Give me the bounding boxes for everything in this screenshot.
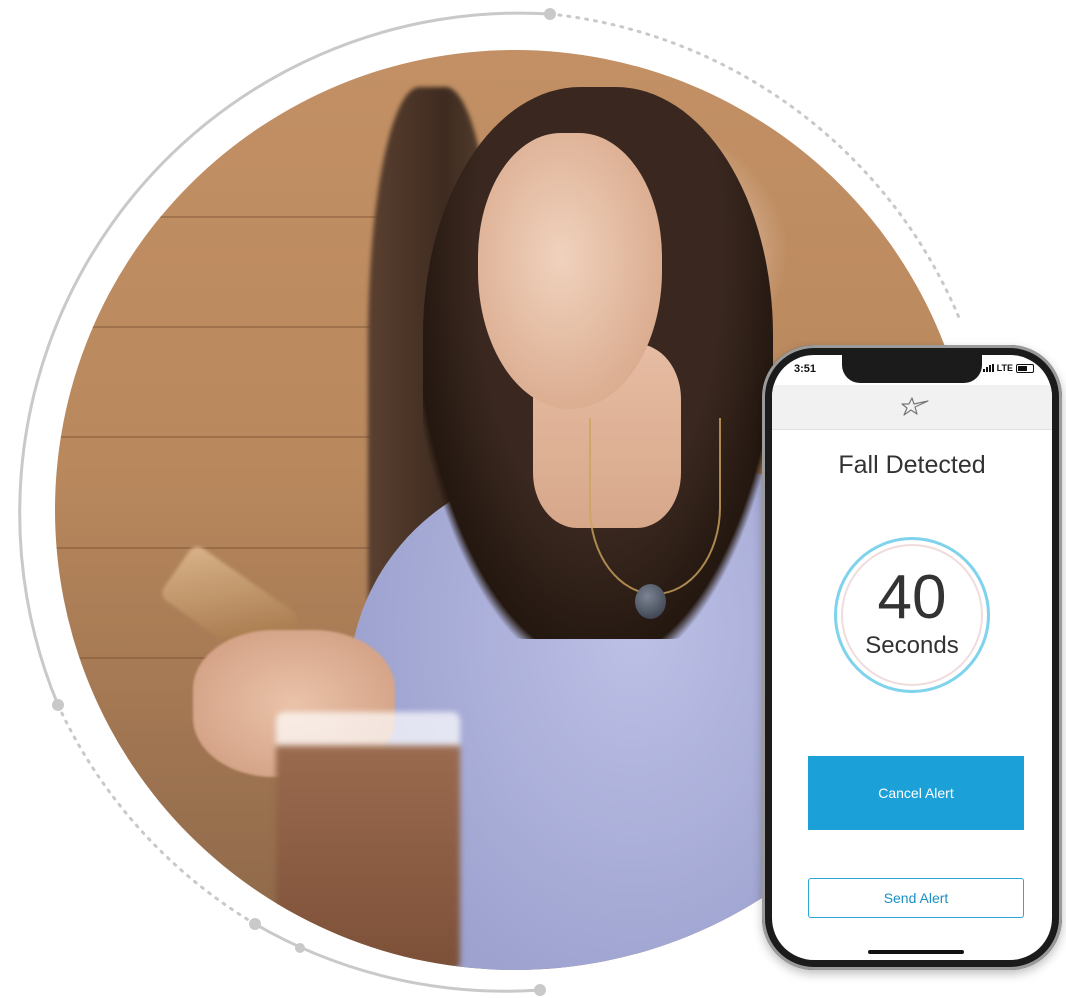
phone-screen: 3:51 LTE Fall Detected 40 Seconds Cancel… [772,355,1052,960]
phone-mockup: 3:51 LTE Fall Detected 40 Seconds Cancel… [762,345,1062,970]
app-header [772,385,1052,430]
status-bar: 3:51 LTE [772,363,1052,383]
signal-icon [982,364,994,372]
face [478,132,663,409]
send-alert-button[interactable]: Send Alert [808,878,1024,918]
status-time: 3:51 [794,363,817,375]
necklace [588,418,722,595]
status-indicators: LTE [982,363,1034,373]
network-label: LTE [996,363,1013,373]
shooting-star-icon [901,397,929,416]
battery-icon [1016,363,1034,373]
countdown-unit: Seconds [865,632,959,659]
countdown-timer: 40 Seconds [834,537,990,693]
coffee-cup [275,712,460,970]
home-indicator [868,950,964,954]
cancel-alert-button[interactable]: Cancel Alert [808,756,1024,830]
countdown-value: 40 [877,563,947,632]
alert-title: Fall Detected [838,451,986,479]
pendant [634,583,666,619]
